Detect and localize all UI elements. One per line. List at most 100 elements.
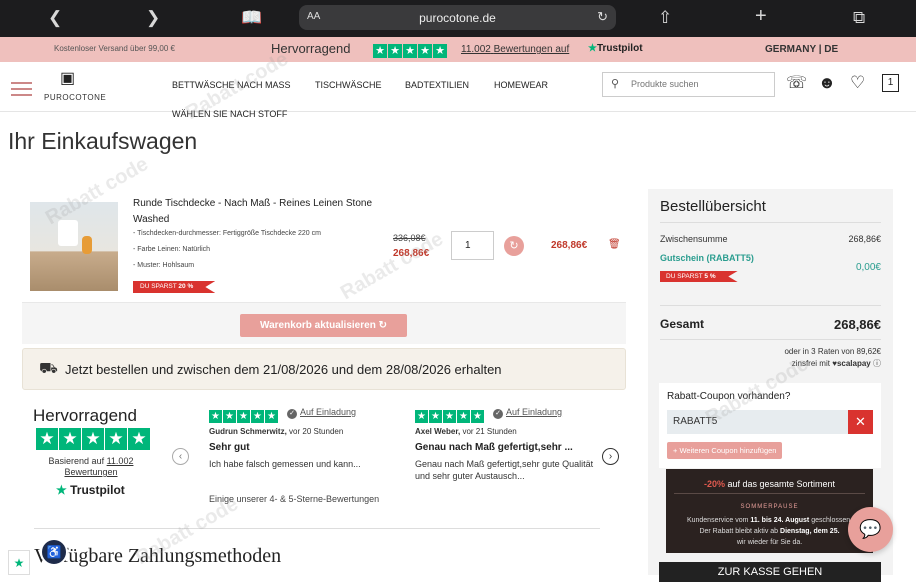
based-on-reviews[interactable]: Bewertungen [64,467,117,477]
info-icon[interactable]: ⓘ [873,359,881,368]
review-author: Gudrun Schmerwitz, vor 20 Stunden [209,427,343,436]
checkout-button[interactable]: ZUR KASSE GEHEN [659,562,881,582]
banner-body-1: Kundenservice vom [686,517,749,524]
trustpilot-logo[interactable]: ★Trustpilot [588,43,643,54]
save-label: DU SPARST [666,273,703,280]
divider [674,493,865,494]
star-icon: ★ [471,410,484,423]
refresh-icon: ↻ [378,320,387,331]
widget-footer: Einige unserer 4- & 5-Sterne-Bewertungen [209,494,380,504]
banner-pct: -20% [703,479,725,489]
star-icon: ★ [251,410,264,423]
chat-icon[interactable]: 💬 [848,507,893,552]
banner-day: Dienstag, dem 25. [780,528,840,535]
subtotal-row: Zwischensumme 268,86€ [660,234,881,244]
review-card[interactable]: ★ ★ ★ ★ ★ ✓ Auf Einladung Axel Weber, vor 21 … [415,406,600,481]
reviews-link[interactable]: 11.002 Bewertungen auf [461,44,569,55]
banner-subtitle: SOMMERPAUSE [740,504,799,510]
trustpilot-name: Trustpilot [70,483,125,497]
next-arrow-icon[interactable]: › [602,448,619,465]
star-icon: ★ [105,428,127,450]
review-body: Genau nach Maß gefertigt,sehr gute Quali… [415,459,594,481]
search-icon: ⚲ [611,78,620,90]
trustpilot-widget: Hervorragend ★ ★ ★ ★ ★ Basierend auf 11.002 B… [22,398,626,513]
star-icon: ★ [388,44,402,58]
country-selector[interactable]: GERMANY | DE [765,44,838,55]
reviews-count: 11.002 [461,44,491,55]
review-card[interactable]: ★ ★ ★ ★ ★ ✓ Auf Einladung Gudrun Schmerwitz, … [209,406,394,469]
remove-coupon-icon[interactable]: ✕ [848,410,873,434]
trustpilot-star-icon: ★ [56,483,67,497]
forward-icon[interactable]: ❯ [146,8,160,28]
update-cart-button[interactable]: Warenkorb aktualisieren ↻ [240,314,407,337]
trustpilot-logo[interactable]: ★ Trustpilot [56,483,125,497]
coupon-value: 0,00€ [855,262,881,273]
prev-arrow-icon[interactable]: ‹ [172,448,189,465]
subtotal-label: Zwischensumme [660,234,728,244]
check-icon: ✓ [493,409,503,419]
review-headline: Sehr gut [209,442,250,453]
star-icon: ★ [223,410,236,423]
divider [34,528,600,529]
trustpilot-star-icon: ★ [588,43,597,54]
scalapay-name: scalapay [836,359,871,368]
refresh-icon[interactable]: ↻ [504,236,524,256]
trustpilot-badge-icon[interactable]: ★ [8,550,30,575]
back-icon[interactable]: ❮ [48,8,62,28]
share-icon[interactable]: ⇧ [658,8,672,28]
nav-stoff[interactable]: WÄHLEN SIE NACH STOFF [172,109,287,119]
coupon-input[interactable]: RABATT5 [667,410,848,434]
banner-body-4: wir wieder für Sie da. [736,539,803,546]
invited-label[interactable]: ✓ Auf Einladung [493,407,562,419]
site-logo[interactable]: ▣ PUROCOTONE [44,71,114,103]
new-tab-icon[interactable]: + [755,6,767,26]
star-icon: ★ [36,428,58,450]
payment-methods-heading: Verfügbare Zahlungsmethoden [34,545,282,567]
address-bar[interactable]: AA purocotone.de ↻ [299,5,616,30]
promo-bar: Kostenloser Versand über 99,00 € Hervorr… [0,37,916,62]
old-price: 336,08€ [393,233,426,243]
product-name[interactable]: Runde Tischdecke - Nach Maß - Reines Lei… [133,196,373,228]
search-box[interactable]: ⚲ [602,72,775,97]
nav-badtextilien[interactable]: BADTEXTILIEN [405,80,469,90]
installments-info: oder in 3 Raten von 89,62€ zinsfrei mit ♥… [784,346,881,370]
tabs-icon[interactable]: ⧉ [853,8,865,28]
trustpilot-name: Trustpilot [596,43,643,54]
search-input[interactable] [631,79,771,89]
trash-icon[interactable]: 🗑 [608,239,621,250]
star-icon: ★ [457,410,470,423]
invited-text: Auf Einladung [300,407,357,417]
review-author-name: Gudrun Schmerwitz, [209,427,287,436]
star-icon: ★ [429,410,442,423]
book-icon[interactable]: 📖 [241,8,262,28]
menu-icon[interactable] [11,82,32,100]
star-icon: ★ [265,410,278,423]
quantity-input[interactable]: 1 [451,231,494,260]
banner-body-3: Der Rabatt bleibt aktiv ab [699,528,779,535]
widget-stars: ★ ★ ★ ★ ★ [36,428,151,450]
product-spec-pattern: - Muster: Hohlsaum [133,262,195,269]
wishlist-icon[interactable]: ♡ [850,73,865,93]
truck-icon: ⛟ [39,360,58,377]
star-icon: ★ [59,428,81,450]
subtotal-value: 268,86€ [848,234,881,244]
new-price: 268,86€ [393,248,430,259]
coupon-box: Rabatt-Coupon vorhanden? RABATT5 ✕ + Wei… [659,383,881,468]
nav-bettwaesche[interactable]: BETTWÄSCHE NACH MASS [172,80,291,90]
save-pct: 5 % [704,273,716,280]
coupon-name: Gutschein (RABATT5) [660,253,754,263]
account-icon[interactable]: ☻ [818,73,836,93]
reload-icon[interactable]: ↻ [597,9,608,25]
cart-icon[interactable]: 1 [882,74,899,92]
scalapay-logo: ♥scalapay [832,359,871,368]
add-coupon-button[interactable]: + Weiteren Coupon hinzufügen [667,442,783,459]
nav-homewear[interactable]: HOMEWEAR [494,80,548,90]
delivery-estimate: ⛟ Jetzt bestellen und zwischen dem 21/08… [22,348,626,390]
product-image[interactable] [30,202,118,291]
star-icon: ★ [237,410,250,423]
accessibility-icon[interactable]: ♿ [40,538,68,566]
support-icon[interactable]: ☏ [786,73,807,93]
based-on-count[interactable]: 11.002 [107,456,134,466]
invited-label[interactable]: ✓ Auf Einladung [287,407,356,419]
nav-tischwaesche[interactable]: TISCHWÄSCHE [315,80,382,90]
